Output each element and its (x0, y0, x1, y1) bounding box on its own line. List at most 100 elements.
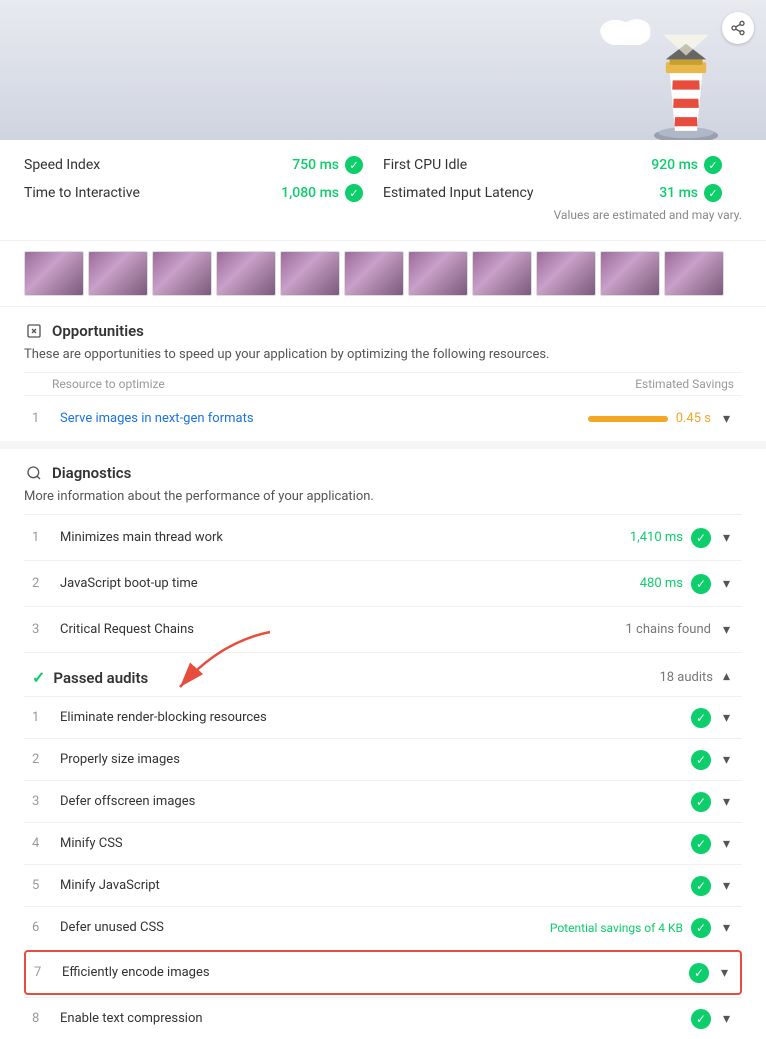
audit-expand-8[interactable]: ▾ (719, 1008, 734, 1029)
diag-value-1: 1,410 ms (630, 530, 683, 545)
speed-index-label: Speed Index (24, 157, 100, 173)
audit-label-6: Defer unused CSS (60, 920, 542, 935)
opportunities-header: Opportunities (24, 307, 742, 347)
diag-expand-3[interactable]: ▾ (719, 619, 734, 640)
filmstrip-frame (536, 251, 596, 296)
opportunity-row-1: 1 Serve images in next-gen formats 0.45 … (24, 395, 742, 441)
filmstrip-frame (88, 251, 148, 296)
input-latency-value: 31 ms ✓ (659, 184, 722, 202)
diagnostics-section: Diagnostics More information about the p… (0, 449, 766, 652)
diag-label-2: JavaScript boot-up time (60, 576, 632, 591)
audit-savings-6: Potential savings of 4 KB (550, 921, 683, 935)
diag-row-1: 1 Minimizes main thread work 1,410 ms ✓ … (24, 514, 742, 560)
audit-num-6: 6 (32, 920, 52, 935)
filmstrip-frame (216, 251, 276, 296)
metrics-section: Speed Index 750 ms ✓ First CPU Idle 920 … (0, 140, 766, 241)
diag-expand-1[interactable]: ▾ (719, 527, 734, 548)
savings-bar-1 (588, 416, 668, 422)
audit-check-2: ✓ (691, 750, 711, 770)
filmstrip-frame (152, 251, 212, 296)
opportunities-title: Opportunities (52, 322, 144, 340)
audit-expand-1[interactable]: ▾ (719, 707, 734, 728)
audit-expand-7[interactable]: ▾ (717, 962, 732, 983)
metric-speed-index: Speed Index 750 ms ✓ (24, 156, 383, 174)
audit-num-4: 4 (32, 836, 52, 851)
speed-index-value: 750 ms ✓ (292, 156, 363, 174)
audit-num-5: 5 (32, 878, 52, 893)
audit-label-5: Minify JavaScript (60, 878, 683, 893)
filmstrip-frame (24, 251, 84, 296)
audit-label-4: Minify CSS (60, 836, 683, 851)
audit-expand-2[interactable]: ▾ (719, 749, 734, 770)
metric-time-to-interactive: Time to Interactive 1,080 ms ✓ (24, 184, 383, 202)
passed-audits-count: 18 audits (659, 670, 713, 685)
audit-label-3: Defer offscreen images (60, 794, 683, 809)
audit-num-2: 2 (32, 752, 52, 767)
filmstrip-frame (664, 251, 724, 296)
column-savings: Estimated Savings (635, 377, 734, 391)
passed-audits-count-group: 18 audits ▾ (659, 667, 734, 688)
passed-audits-title: Passed audits (53, 669, 148, 687)
audit-row-1: 1 Eliminate render-blocking resources ✓ … (24, 696, 742, 738)
metric-first-cpu-idle: First CPU Idle 920 ms ✓ (383, 156, 742, 174)
first-cpu-idle-value: 920 ms ✓ (651, 156, 722, 174)
audit-num-7: 7 (34, 965, 54, 980)
first-cpu-idle-label: First CPU Idle (383, 157, 467, 173)
passed-audits-section: ✓ Passed audits 18 audits ▾ 1 Eliminate … (0, 652, 766, 1039)
lighthouse-illustration (646, 30, 726, 140)
audit-row-7: 7 Efficiently encode images ✓ ▾ (24, 950, 742, 995)
savings-value-1: 0.45 s (676, 411, 711, 426)
diag-value-3: 1 chains found (626, 622, 711, 637)
audit-row-3: 3 Defer offscreen images ✓ ▾ (24, 780, 742, 822)
tti-label: Time to Interactive (24, 185, 140, 201)
audit-num-8: 8 (32, 1011, 52, 1026)
filmstrip (0, 241, 766, 307)
audit-row-6: 6 Defer unused CSS Potential savings of … (24, 906, 742, 948)
diagnostics-header: Diagnostics (24, 449, 742, 489)
audit-row-8: 8 Enable text compression ✓ ▾ (24, 997, 742, 1039)
diag-number-1: 1 (32, 530, 52, 545)
audit-check-8: ✓ (691, 1009, 711, 1029)
opportunities-table-header: Resource to optimize Estimated Savings (24, 372, 742, 395)
tti-value: 1,080 ms ✓ (281, 184, 363, 202)
audit-label-8: Enable text compression (60, 1011, 683, 1026)
filmstrip-frame (600, 251, 660, 296)
diagnostics-title: Diagnostics (52, 464, 131, 482)
speed-index-check: ✓ (345, 156, 363, 174)
values-note: Values are estimated and may vary. (24, 202, 742, 232)
audit-expand-6[interactable]: ▾ (719, 917, 734, 938)
diagnostics-icon (24, 463, 44, 483)
opp-number-1: 1 (32, 411, 52, 426)
input-latency-check: ✓ (704, 184, 722, 202)
diag-number-2: 2 (32, 576, 52, 591)
opportunities-section: Opportunities These are opportunities to… (0, 307, 766, 441)
audit-label-2: Properly size images (60, 752, 683, 767)
audit-expand-4[interactable]: ▾ (719, 833, 734, 854)
passed-audits-title-group: ✓ Passed audits (32, 668, 148, 687)
audit-row-2: 2 Properly size images ✓ ▾ (24, 738, 742, 780)
audit-expand-3[interactable]: ▾ (719, 791, 734, 812)
diag-expand-2[interactable]: ▾ (719, 573, 734, 594)
section-divider-1 (0, 441, 766, 449)
diag-label-3: Critical Request Chains (60, 622, 618, 637)
filmstrip-frame (472, 251, 532, 296)
filmstrip-frame (408, 251, 468, 296)
audit-expand-5[interactable]: ▾ (719, 875, 734, 896)
filmstrip-frame (344, 251, 404, 296)
share-button[interactable] (722, 12, 754, 44)
passed-audits-header: ✓ Passed audits 18 audits ▾ (24, 652, 742, 696)
opp-expand-1[interactable]: ▾ (719, 408, 734, 429)
tti-check: ✓ (345, 184, 363, 202)
audit-check-6: ✓ (691, 918, 711, 938)
opp-label-1: Serve images in next-gen formats (60, 411, 580, 426)
diag-label-1: Minimizes main thread work (60, 530, 622, 545)
audit-check-4: ✓ (691, 834, 711, 854)
opp-savings-1: 0.45 s (588, 411, 711, 426)
main-container: Speed Index 750 ms ✓ First CPU Idle 920 … (0, 0, 766, 1039)
share-icon (730, 20, 746, 36)
diag-number-3: 3 (32, 622, 52, 637)
passed-audits-collapse[interactable]: ▾ (719, 667, 734, 688)
audit-row-5: 5 Minify JavaScript ✓ ▾ (24, 864, 742, 906)
audit-check-5: ✓ (691, 876, 711, 896)
audit-check-7: ✓ (689, 963, 709, 983)
